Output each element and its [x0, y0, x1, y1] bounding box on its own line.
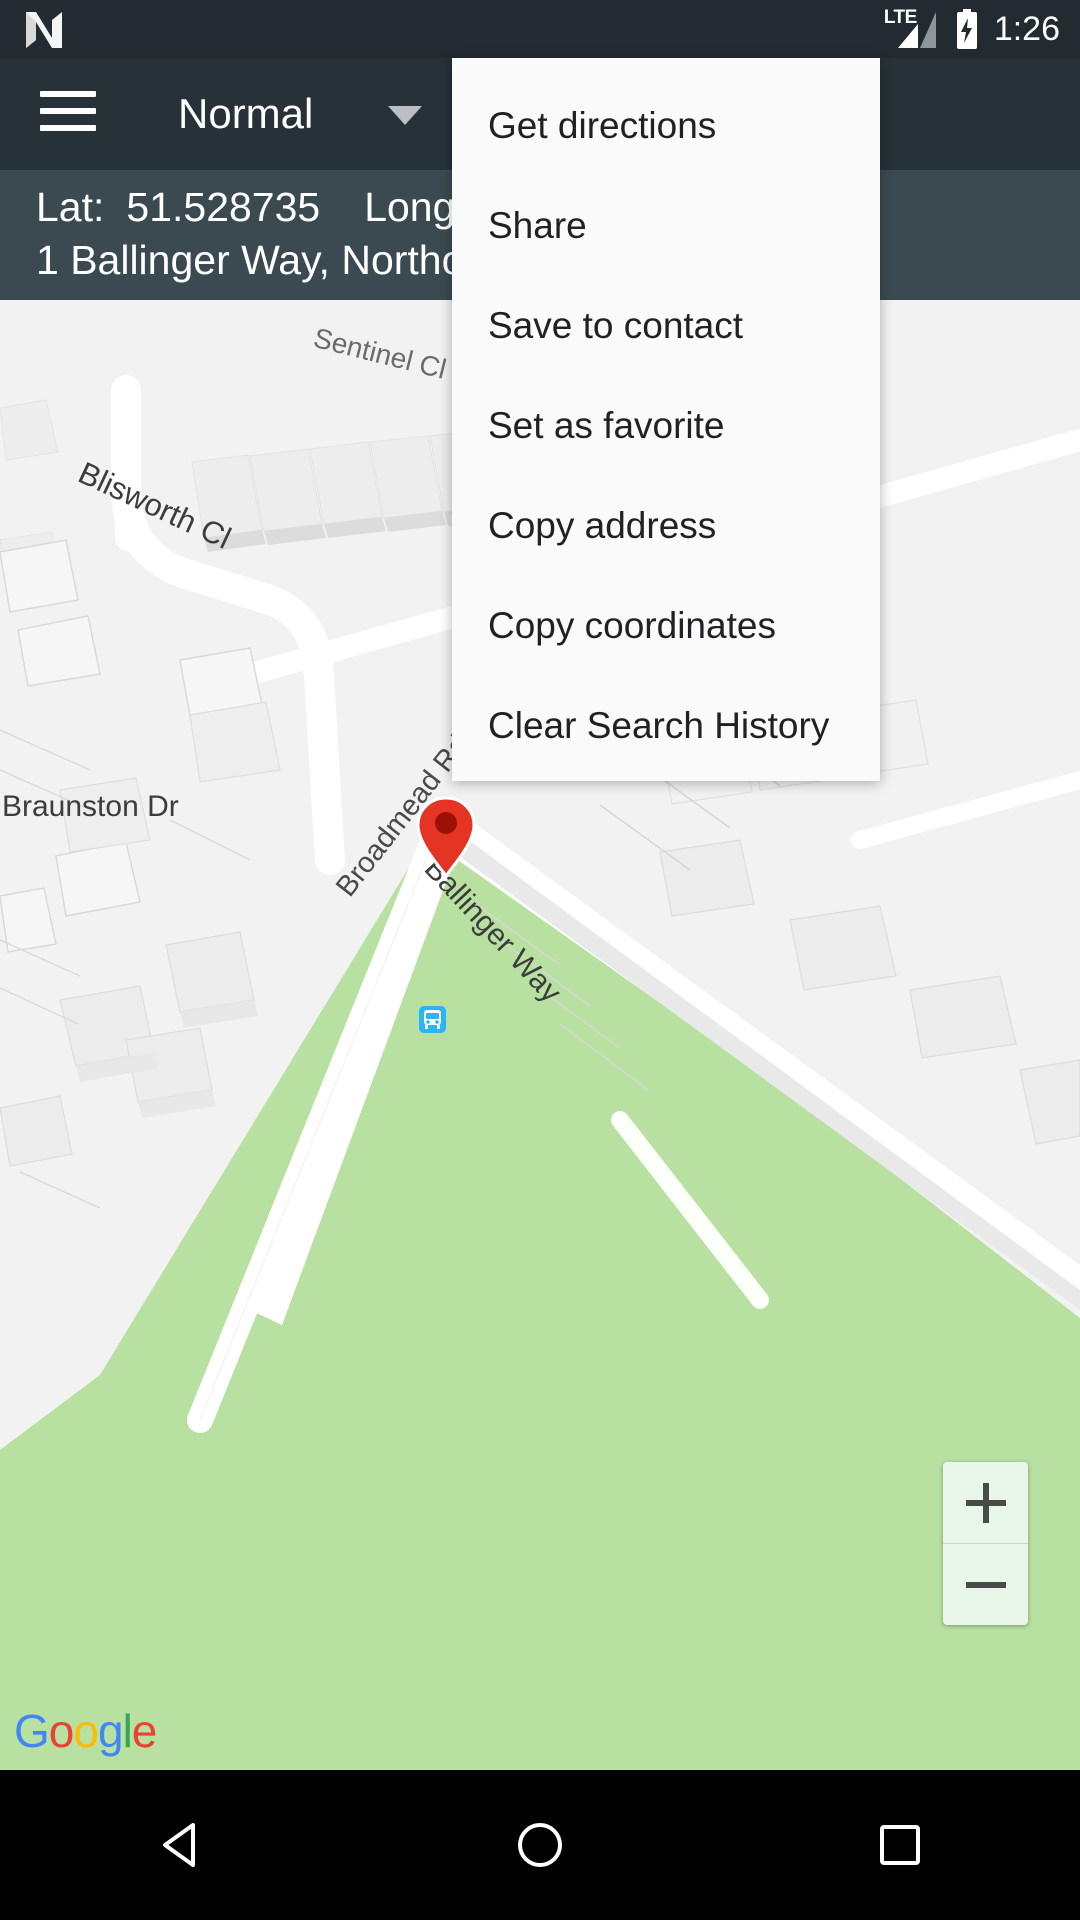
menu-item-get-directions[interactable]: Get directions: [452, 76, 880, 176]
recents-square-icon: [880, 1825, 920, 1865]
hamburger-bar: [40, 108, 96, 114]
menu-item-clear-search-history[interactable]: Clear Search History: [452, 676, 880, 776]
status-bar: LTE 1:26: [0, 0, 1080, 58]
status-clock: 1:26: [993, 9, 1060, 48]
signal-bars-icon: [897, 12, 936, 48]
map-zoom-controls[interactable]: [943, 1462, 1028, 1625]
menu-item-set-as-favorite[interactable]: Set as favorite: [452, 376, 880, 476]
hamburger-bar: [40, 125, 96, 131]
android-navigation-bar: [0, 1770, 1080, 1920]
lat-label: Lat:: [36, 184, 105, 230]
map-pin-marker[interactable]: [415, 794, 477, 880]
minus-icon: [965, 1565, 1006, 1605]
home-circle-icon: [518, 1823, 562, 1867]
logo-letter: l: [122, 1705, 133, 1757]
logo-letter: G: [14, 1705, 50, 1757]
back-button[interactable]: [120, 1785, 240, 1905]
recents-button[interactable]: [840, 1785, 960, 1905]
overflow-menu[interactable]: Get directions Share Save to contact Set…: [452, 58, 880, 781]
hamburger-menu-icon[interactable]: [40, 91, 96, 135]
status-icons: LTE 1:26: [884, 0, 1060, 58]
bus-stop-icon[interactable]: [419, 1006, 446, 1033]
zoom-in-button[interactable]: [943, 1462, 1028, 1543]
menu-item-share[interactable]: Share: [452, 176, 880, 276]
google-attribution-logo: Google: [14, 1704, 158, 1758]
logo-letter: o: [48, 1705, 75, 1757]
menu-item-save-to-contact[interactable]: Save to contact: [452, 276, 880, 376]
menu-item-copy-coordinates[interactable]: Copy coordinates: [452, 576, 880, 676]
hamburger-bar: [40, 91, 96, 97]
zoom-out-button[interactable]: [943, 1544, 1028, 1625]
chevron-down-icon: [388, 106, 422, 125]
map-type-spinner[interactable]: Normal: [140, 58, 480, 170]
logo-letter: g: [97, 1705, 124, 1757]
road-label-braunston-dr: Braunston Dr: [2, 790, 179, 823]
logo-letter: o: [73, 1705, 99, 1757]
map-type-label: Normal: [178, 90, 314, 137]
lat-value: 51.528735: [126, 184, 321, 230]
home-button[interactable]: [480, 1785, 600, 1905]
signal-indicator: LTE: [884, 8, 940, 50]
logo-letter: e: [131, 1705, 158, 1757]
battery-charging-icon: [956, 9, 977, 49]
phone-screen: LTE 1:26 Normal Lat: 51.528735 Long: 1 B…: [0, 0, 1080, 1920]
menu-item-copy-address[interactable]: Copy address: [452, 476, 880, 576]
android-n-logo-icon: [26, 12, 62, 48]
back-triangle-icon: [163, 1823, 195, 1867]
plus-icon: [965, 1482, 1006, 1523]
